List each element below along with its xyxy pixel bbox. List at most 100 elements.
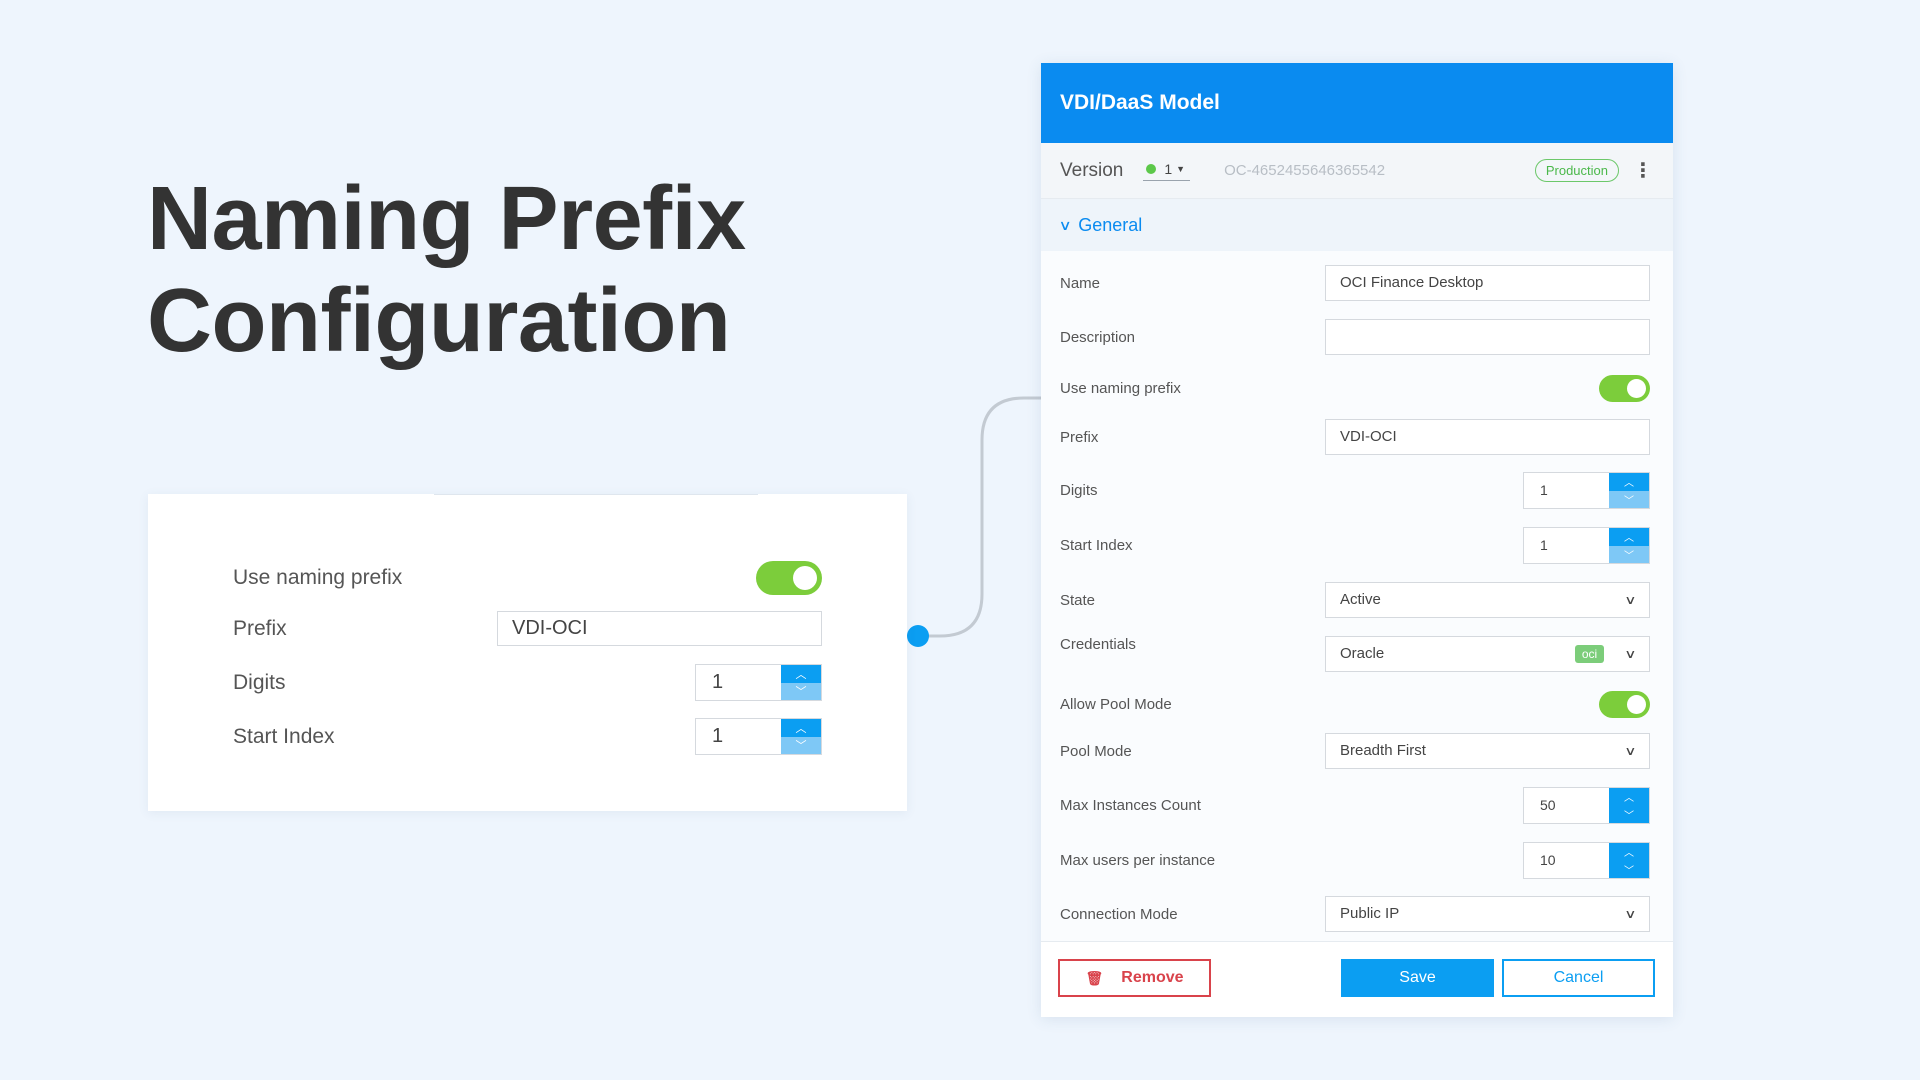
max-users-value[interactable]: 10 <box>1524 843 1609 878</box>
version-bar: Version 1 ▼ OC-4652455646365542 Producti… <box>1041 143 1673 199</box>
field-row-start-index: Start Index 1 ︿ ﹀ <box>1060 527 1650 564</box>
version-select[interactable]: 1 ▼ <box>1143 160 1191 181</box>
more-options-icon[interactable]: ⋮ <box>1633 158 1653 183</box>
page-title-line-1: Naming Prefix <box>147 169 746 269</box>
chevron-down-icon: ∨ <box>1624 593 1637 607</box>
credentials-label: Credentials <box>1060 636 1136 653</box>
max-instances-stepper[interactable]: 50 ︿ ﹀ <box>1523 787 1650 824</box>
zoom-row-prefix: Prefix VDI-OCI <box>233 611 822 646</box>
zoom-row-use-naming-prefix: Use naming prefix <box>233 561 822 595</box>
zoom-use-naming-prefix-toggle[interactable] <box>756 561 822 595</box>
save-button[interactable]: Save <box>1341 959 1494 997</box>
remove-button[interactable]: 🗑 Remove <box>1058 959 1211 997</box>
name-input[interactable]: OCI Finance Desktop <box>1325 265 1650 301</box>
field-row-credentials: Credentials Oracle oci ∨ <box>1060 636 1650 672</box>
connector-dot <box>907 625 929 647</box>
field-row-state: State Active ∨ <box>1060 582 1650 618</box>
chevron-down-icon[interactable]: ﹀ <box>1609 545 1649 563</box>
allow-pool-mode-label: Allow Pool Mode <box>1060 696 1172 713</box>
chevron-down-icon[interactable]: ﹀ <box>781 736 821 754</box>
description-label: Description <box>1060 328 1136 346</box>
zoom-start-index-stepper[interactable]: 1 ︿ ﹀ <box>695 718 822 755</box>
status-badge: Production <box>1534 159 1619 182</box>
dialog-title: VDI/DaaS Model <box>1041 63 1673 143</box>
start-index-value[interactable]: 1 <box>1524 528 1609 563</box>
field-row-max-users: Max users per instance 10 ︿ ﹀ <box>1060 842 1650 879</box>
use-naming-prefix-toggle[interactable] <box>1599 375 1650 402</box>
field-row-prefix: Prefix VDI-OCI <box>1060 419 1650 455</box>
zoom-row-start-index: Start Index 1 ︿ ﹀ <box>233 718 822 755</box>
chevron-down-icon[interactable]: ﹀ <box>1609 490 1649 508</box>
zoom-row-digits: Digits 1 ︿ ﹀ <box>233 664 822 701</box>
chevron-up-icon[interactable]: ︿ <box>1609 788 1649 806</box>
section-general-toggle[interactable]: ∨ General <box>1041 199 1673 251</box>
chevron-down-icon[interactable]: ﹀ <box>781 682 821 700</box>
field-row-max-instances: Max Instances Count 50 ︿ ﹀ <box>1060 787 1650 824</box>
naming-prefix-zoom-card: Use naming prefix Prefix VDI-OCI Digits … <box>148 494 907 811</box>
state-selected-value: Active <box>1340 591 1381 608</box>
pool-mode-selected-value: Breadth First <box>1340 742 1426 759</box>
allow-pool-mode-toggle[interactable] <box>1599 691 1650 718</box>
zoom-prefix-label: Prefix <box>233 616 287 640</box>
zoom-prefix-input[interactable]: VDI-OCI <box>497 611 822 646</box>
chevron-up-icon[interactable]: ︿ <box>781 719 821 737</box>
chevron-down-icon: ∨ <box>1058 216 1072 233</box>
chevron-up-icon[interactable]: ︿ <box>1609 528 1649 546</box>
state-select[interactable]: Active ∨ <box>1325 582 1650 618</box>
digits-value[interactable]: 1 <box>1524 473 1609 508</box>
dialog-form: Name OCI Finance Desktop Description Use… <box>1041 251 1673 941</box>
version-label: Version <box>1060 159 1124 181</box>
chevron-down-icon: ∨ <box>1624 744 1637 758</box>
zoom-use-naming-prefix-label: Use naming prefix <box>233 566 403 589</box>
chevron-down-icon: ∨ <box>1624 647 1637 661</box>
field-row-connection-mode: Connection Mode Public IP ∨ <box>1060 896 1650 932</box>
field-row-use-naming-prefix: Use naming prefix <box>1060 375 1650 402</box>
dialog-footer: 🗑 Remove Save Cancel <box>1041 941 1673 1017</box>
zoom-digits-value[interactable]: 1 <box>696 665 781 700</box>
description-input[interactable] <box>1325 319 1650 355</box>
connector-path <box>918 396 1041 638</box>
field-row-name: Name OCI Finance Desktop <box>1060 265 1650 301</box>
page-title: Naming Prefix Configuration <box>147 168 746 372</box>
page-title-line-2: Configuration <box>147 271 731 371</box>
digits-label: Digits <box>1060 482 1098 499</box>
version-selected-value: 1 <box>1164 160 1173 177</box>
prefix-input[interactable]: VDI-OCI <box>1325 419 1650 455</box>
zoom-digits-label: Digits <box>233 670 286 694</box>
chevron-down-icon[interactable]: ﹀ <box>1609 860 1649 878</box>
chevron-down-icon[interactable]: ﹀ <box>1609 805 1649 823</box>
remove-button-label: Remove <box>1121 969 1184 986</box>
pool-mode-label: Pool Mode <box>1060 742 1132 760</box>
connection-mode-label: Connection Mode <box>1060 905 1178 923</box>
credentials-select[interactable]: Oracle oci ∨ <box>1325 636 1650 672</box>
digits-stepper[interactable]: 1 ︿ ﹀ <box>1523 472 1650 509</box>
connection-mode-select[interactable]: Public IP ∨ <box>1325 896 1650 932</box>
max-instances-label: Max Instances Count <box>1060 797 1201 814</box>
field-row-allow-pool-mode: Allow Pool Mode <box>1060 691 1650 718</box>
chevron-up-icon[interactable]: ︿ <box>1609 843 1649 861</box>
field-row-digits: Digits 1 ︿ ﹀ <box>1060 472 1650 509</box>
version-id: OC-4652455646365542 <box>1224 162 1386 179</box>
credentials-provider-tag: oci <box>1574 645 1605 663</box>
status-dot-icon <box>1146 163 1157 174</box>
start-index-stepper[interactable]: 1 ︿ ﹀ <box>1523 527 1650 564</box>
zoom-start-index-value[interactable]: 1 <box>696 719 781 754</box>
pool-mode-select[interactable]: Breadth First ∨ <box>1325 733 1650 769</box>
name-label: Name <box>1060 274 1101 292</box>
zoom-digits-stepper[interactable]: 1 ︿ ﹀ <box>695 664 822 701</box>
field-row-pool-mode: Pool Mode Breadth First ∨ <box>1060 733 1650 769</box>
chevron-up-icon[interactable]: ︿ <box>1609 473 1649 491</box>
chevron-down-icon: ▼ <box>1176 163 1186 174</box>
vdi-daas-model-dialog: VDI/DaaS Model Version 1 ▼ OC-4652455646… <box>1041 63 1673 1017</box>
max-instances-value[interactable]: 50 <box>1524 788 1609 823</box>
use-naming-prefix-label: Use naming prefix <box>1060 380 1181 397</box>
prefix-label: Prefix <box>1060 428 1099 446</box>
cancel-button[interactable]: Cancel <box>1502 959 1655 997</box>
card-top-divider <box>434 494 758 495</box>
credentials-selected-value: Oracle <box>1340 645 1385 662</box>
max-users-label: Max users per instance <box>1060 852 1216 869</box>
zoom-start-index-label: Start Index <box>233 724 335 748</box>
chevron-up-icon[interactable]: ︿ <box>781 665 821 683</box>
trash-icon: 🗑 <box>1085 969 1104 986</box>
max-users-stepper[interactable]: 10 ︿ ﹀ <box>1523 842 1650 879</box>
